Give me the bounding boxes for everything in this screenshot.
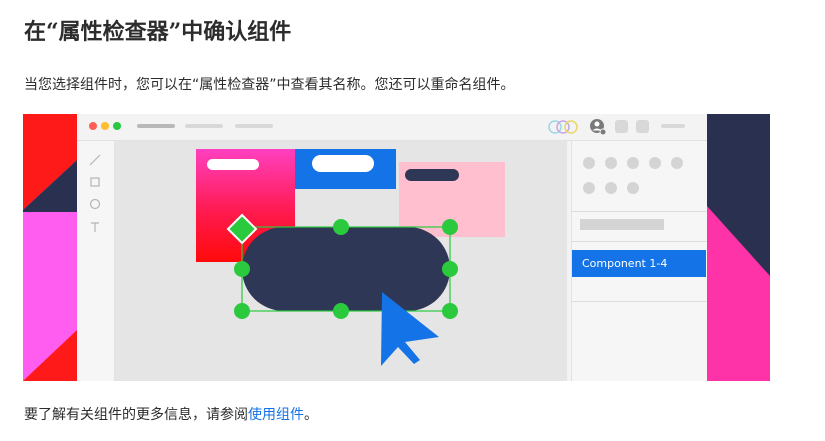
rectangle-tool-icon[interactable] (88, 175, 102, 189)
avatar-icon[interactable] (589, 118, 607, 136)
illustration: Component 1-4 (23, 114, 770, 381)
inspector-option-dot[interactable] (649, 157, 661, 169)
play-button[interactable] (636, 120, 649, 133)
left-decor-strip (23, 114, 77, 381)
title-placeholder (137, 124, 175, 128)
footer-paragraph: 要了解有关组件的更多信息，请参阅使用组件。 (24, 404, 318, 424)
text-tool-icon[interactable] (88, 220, 102, 234)
use-components-link[interactable]: 使用组件 (248, 407, 304, 423)
property-inspector: Component 1-4 (571, 141, 708, 381)
inspector-option-dot[interactable] (605, 157, 617, 169)
tools-sidebar (77, 141, 115, 381)
section-placeholder (580, 219, 664, 230)
blue-card[interactable] (295, 149, 396, 189)
intro-paragraph: 当您选择组件时，您可以在“属性检查器”中查看其名称。您还可以重命名组件。 (24, 77, 515, 93)
design-canvas[interactable] (115, 141, 567, 381)
inspector-option-dot[interactable] (605, 182, 617, 194)
inspector-option-dot[interactable] (671, 157, 683, 169)
close-dot[interactable] (89, 122, 97, 130)
menu-placeholder (235, 124, 273, 128)
inspector-option-dot[interactable] (627, 182, 639, 194)
minimize-dot[interactable] (101, 122, 109, 130)
menu-placeholder (185, 124, 223, 128)
divider (572, 301, 708, 302)
page-title: 在“属性检查器”中确认组件 (24, 19, 292, 45)
line-tool-icon[interactable] (88, 153, 102, 167)
inspector-option-dot[interactable] (627, 157, 639, 169)
footer-period: 。 (304, 407, 318, 423)
collaborators-icon (548, 120, 578, 134)
right-decor-strip (707, 114, 770, 381)
ellipse-tool-icon[interactable] (88, 197, 102, 211)
app-window: Component 1-4 (77, 114, 708, 381)
divider (572, 211, 708, 212)
component-name-field[interactable]: Component 1-4 (572, 250, 706, 277)
footer-text: 要了解有关组件的更多信息，请参阅 (24, 407, 248, 423)
inspector-option-dot[interactable] (583, 182, 595, 194)
divider (572, 241, 708, 242)
inspector-option-dot[interactable] (583, 157, 595, 169)
zoom-placeholder (661, 124, 685, 128)
maximize-dot[interactable] (113, 122, 121, 130)
title-bar (77, 114, 707, 141)
share-button[interactable] (615, 120, 628, 133)
